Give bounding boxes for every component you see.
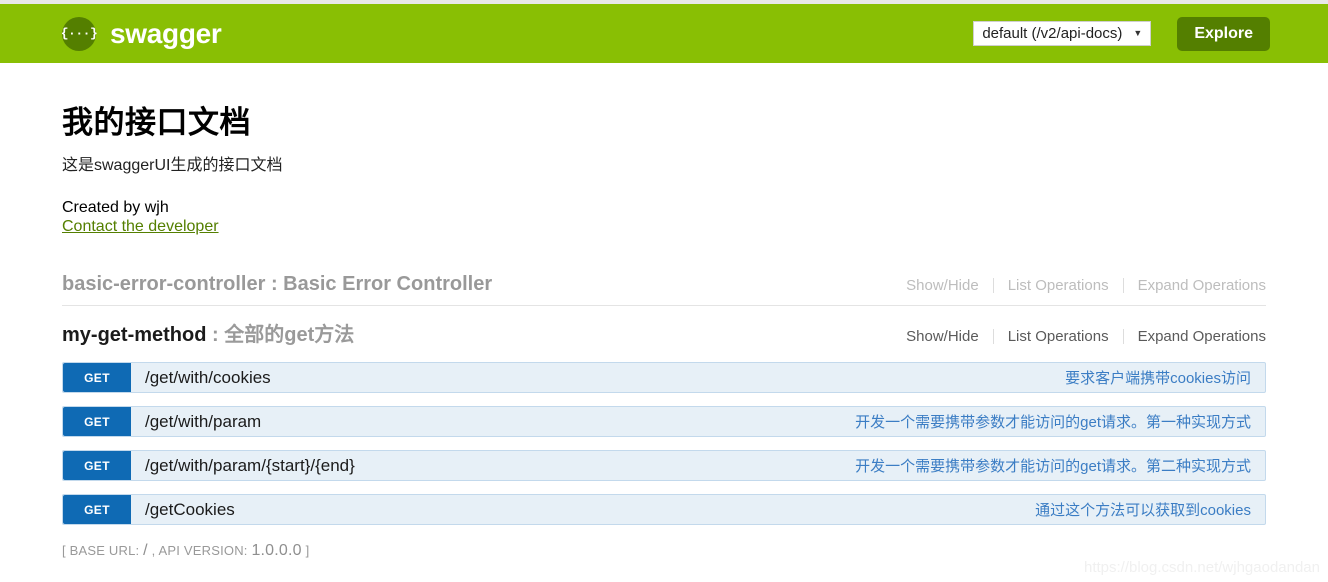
api-version-value: 1.0.0.0 xyxy=(251,542,302,559)
api-docs-select-value: default (/v2/api-docs) xyxy=(982,25,1123,42)
swagger-logo-link[interactable]: {···} swagger xyxy=(61,16,222,51)
api-footer-info: [ BASE URL: / , API VERSION: 1.0.0.0 ] xyxy=(62,542,1266,560)
page-title: 我的接口文档 xyxy=(62,105,251,140)
resource-my-get-method: my-get-method : 全部的get方法 Show/Hide List … xyxy=(62,306,1266,356)
resource-summary: 全部的get方法 xyxy=(224,324,355,346)
contact-developer-link[interactable]: Contact the developer xyxy=(62,218,219,236)
resource-heading: basic-error-controller : Basic Error Con… xyxy=(62,273,492,296)
resource-separator: : xyxy=(206,324,225,346)
resource-basic-error-controller: basic-error-controller : Basic Error Con… xyxy=(62,265,1266,306)
list-operations-link[interactable]: List Operations xyxy=(994,328,1123,345)
api-info-block: 我的接口文档 这是swaggerUI生成的接口文档 Created by wjh… xyxy=(62,63,1266,236)
footer-comma: , xyxy=(147,543,159,558)
endpoint-path[interactable]: /get/with/param xyxy=(131,412,261,432)
endpoint-path[interactable]: /get/with/cookies xyxy=(131,368,271,388)
endpoint-path[interactable]: /getCookies xyxy=(131,500,235,520)
http-method-badge[interactable]: GET xyxy=(63,407,131,436)
show-hide-link[interactable]: Show/Hide xyxy=(906,328,993,345)
endpoint-summary: 要求客户端携带cookies访问 xyxy=(1065,370,1251,387)
endpoint-row[interactable]: GET /get/with/param/{start}/{end} 开发一个需要… xyxy=(62,450,1266,481)
http-method-badge[interactable]: GET xyxy=(63,451,131,480)
endpoint-row[interactable]: GET /get/with/cookies 要求客户端携带cookies访问 xyxy=(62,362,1266,393)
resource-separator: : xyxy=(265,273,284,295)
expand-operations-link[interactable]: Expand Operations xyxy=(1124,328,1266,345)
endpoint-row[interactable]: GET /get/with/param 开发一个需要携带参数才能访问的get请求… xyxy=(62,406,1266,437)
resource-name[interactable]: my-get-method xyxy=(62,324,206,346)
http-method-badge[interactable]: GET xyxy=(63,363,131,392)
footer-open-bracket: [ xyxy=(62,543,70,558)
resource-options: Show/Hide List Operations Expand Operati… xyxy=(906,277,1266,294)
api-docs-select[interactable]: default (/v2/api-docs) ▼ xyxy=(973,21,1152,46)
swagger-topbar: {···} swagger default (/v2/api-docs) ▼ E… xyxy=(0,4,1328,63)
main-content: 我的接口文档 这是swaggerUI生成的接口文档 Created by wjh… xyxy=(0,63,1328,560)
footer-close-bracket: ] xyxy=(301,543,310,558)
resource-options: Show/Hide List Operations Expand Operati… xyxy=(906,328,1266,345)
endpoint-summary: 开发一个需要携带参数才能访问的get请求。第二种实现方式 xyxy=(855,458,1251,475)
endpoint-list: GET /get/with/cookies 要求客户端携带cookies访问 G… xyxy=(62,362,1266,525)
endpoint-path[interactable]: /get/with/param/{start}/{end} xyxy=(131,456,355,476)
watermark: https://blog.csdn.net/wjhgaodandan xyxy=(1083,559,1320,576)
resource-heading: my-get-method : 全部的get方法 xyxy=(62,318,354,347)
api-version-label: API VERSION: xyxy=(158,543,252,558)
explore-button[interactable]: Explore xyxy=(1177,16,1270,51)
chevron-down-icon: ▼ xyxy=(1133,28,1143,38)
api-description: 这是swaggerUI生成的接口文档 xyxy=(62,157,283,174)
resource-name[interactable]: basic-error-controller xyxy=(62,273,265,295)
expand-operations-link[interactable]: Expand Operations xyxy=(1124,277,1266,294)
endpoint-summary: 通过这个方法可以获取到cookies xyxy=(1035,502,1251,519)
braces-icon: {···} xyxy=(61,16,98,51)
resource-summary: Basic Error Controller xyxy=(283,273,493,295)
topbar-actions: default (/v2/api-docs) ▼ Explore xyxy=(973,16,1270,51)
resource-list: basic-error-controller : Basic Error Con… xyxy=(62,265,1266,525)
http-method-badge[interactable]: GET xyxy=(63,495,131,524)
created-by-text: Created by wjh xyxy=(62,199,169,216)
show-hide-link[interactable]: Show/Hide xyxy=(906,277,993,294)
endpoint-row[interactable]: GET /getCookies 通过这个方法可以获取到cookies xyxy=(62,494,1266,525)
base-url-label: BASE URL: xyxy=(69,543,144,558)
endpoint-summary: 开发一个需要携带参数才能访问的get请求。第一种实现方式 xyxy=(855,414,1251,431)
list-operations-link[interactable]: List Operations xyxy=(994,277,1123,294)
brand-name: swagger xyxy=(110,17,222,49)
